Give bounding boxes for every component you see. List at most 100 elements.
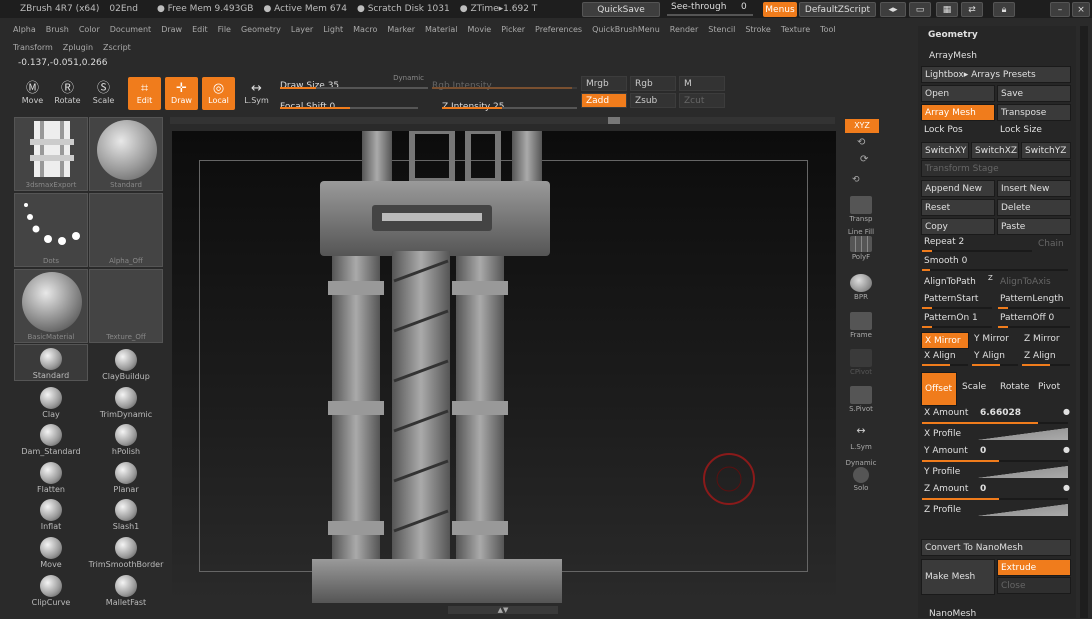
brush-item[interactable]: ClayBuildup	[89, 344, 163, 381]
menus-button[interactable]: Menus	[763, 2, 797, 17]
menu-material[interactable]: Material	[420, 25, 463, 34]
transp-button[interactable]: Transp	[843, 190, 879, 223]
canvas-viewport[interactable]	[172, 131, 836, 603]
panel-scrollbar[interactable]	[1080, 26, 1088, 618]
rotate-y-icon[interactable]: ⟲	[857, 137, 865, 148]
transpose-button[interactable]: Transpose	[997, 104, 1071, 121]
defaultzscript-button[interactable]: DefaultZScript	[799, 2, 876, 17]
menu-stencil[interactable]: Stencil	[703, 25, 740, 34]
x-mirror-button[interactable]: X Mirror	[921, 332, 969, 349]
align-to-axis-button[interactable]: AlignToAxis	[1000, 277, 1051, 287]
quicksave-button[interactable]: QuickSave	[582, 2, 660, 17]
y-mirror-button[interactable]: Y Mirror	[974, 334, 1009, 344]
bottom-scrollbar[interactable]: ▲▼	[448, 606, 558, 614]
solo-button[interactable]: Dynamic Solo	[843, 456, 879, 492]
switchxz-button[interactable]: SwitchXZ	[971, 142, 1019, 159]
polyf-button[interactable]: Line Fill PolyF	[843, 228, 879, 261]
brush-thumb[interactable]: Standard	[89, 117, 163, 191]
x-profile-curve[interactable]	[978, 428, 1068, 440]
zcut-button[interactable]: Zcut	[679, 93, 725, 108]
rotate-button[interactable]: Ⓡ Rotate	[51, 77, 84, 110]
insert-new-button[interactable]: Insert New	[997, 180, 1071, 197]
x-amount-label[interactable]: X Amount	[924, 408, 968, 418]
brush-item[interactable]: Move	[14, 532, 88, 569]
menu-alpha[interactable]: Alpha	[8, 25, 41, 34]
menu-picker[interactable]: Picker	[496, 25, 530, 34]
xyz-button[interactable]: XYZ	[845, 119, 879, 133]
align-to-path-button[interactable]: AlignToPath	[924, 277, 976, 287]
draw-size-slider[interactable]: Draw Size 35 Dynamic	[280, 73, 428, 91]
y-amount-dot-icon[interactable]: ●	[1063, 445, 1070, 454]
geometry-title[interactable]: Geometry	[928, 30, 978, 40]
focal-shift-slider[interactable]: Focal Shift 0	[280, 94, 428, 112]
brush-item[interactable]: TrimDynamic	[89, 382, 163, 419]
scale-tab[interactable]: Scale	[962, 382, 986, 392]
menu-render[interactable]: Render	[665, 25, 703, 34]
switchxy-button[interactable]: SwitchXY	[921, 142, 969, 159]
array-mesh-button[interactable]: Array Mesh	[921, 104, 995, 121]
menu-geometry[interactable]: Geometry	[236, 25, 286, 34]
x-profile-label[interactable]: X Profile	[924, 429, 961, 439]
offset-tab[interactable]: Offset	[921, 372, 957, 406]
transform-stage-slider[interactable]: Transform Stage	[921, 160, 1071, 177]
menu-layer[interactable]: Layer	[286, 25, 318, 34]
pattern-length-slider[interactable]: PatternLength	[1000, 294, 1063, 304]
swap-icon[interactable]: ⇄	[961, 2, 983, 17]
reset-button[interactable]: Reset	[921, 199, 995, 216]
menu-draw[interactable]: Draw	[156, 25, 187, 34]
brush-item[interactable]: ClipCurve	[14, 570, 88, 607]
z-profile-curve[interactable]	[978, 504, 1068, 516]
rotate-x-icon[interactable]: ⟲	[852, 175, 860, 185]
menu-zscript[interactable]: Zscript	[98, 43, 136, 52]
minimize-icon[interactable]: –	[1050, 2, 1070, 17]
alpha-thumb[interactable]: Alpha_Off	[89, 193, 163, 267]
brush-item[interactable]: hPolish	[89, 419, 163, 456]
repeat-slider[interactable]: Repeat 2	[924, 237, 964, 247]
menu-marker[interactable]: Marker	[382, 25, 420, 34]
menu-document[interactable]: Document	[105, 25, 156, 34]
close-icon[interactable]: ×	[1072, 2, 1090, 17]
menu-macro[interactable]: Macro	[348, 25, 382, 34]
lsym-shelf-button[interactable]: ↔ L.Sym	[843, 418, 879, 451]
z-profile-label[interactable]: Z Profile	[924, 505, 961, 515]
lock-pos-button[interactable]: Lock Pos	[924, 125, 963, 135]
close-button[interactable]: Close	[997, 577, 1071, 594]
smooth-slider[interactable]: Smooth 0	[924, 256, 967, 266]
y-amount-value[interactable]: 0	[980, 446, 986, 456]
x-amount-value[interactable]: 6.66028	[980, 408, 1021, 418]
append-new-button[interactable]: Append New	[921, 180, 995, 197]
brush-item[interactable]: Slash1	[89, 494, 163, 531]
open-button[interactable]: Open	[921, 85, 995, 102]
menu-transform[interactable]: Transform	[8, 43, 58, 52]
y-amount-label[interactable]: Y Amount	[924, 446, 968, 456]
menu-zplugin[interactable]: Zplugin	[58, 43, 98, 52]
y-profile-label[interactable]: Y Profile	[924, 467, 960, 477]
local-button[interactable]: ◎ Local	[202, 77, 235, 110]
menu-preferences[interactable]: Preferences	[530, 25, 587, 34]
pattern-off-slider[interactable]: PatternOff 0	[1000, 313, 1054, 323]
stroke-thumb[interactable]: Dots	[14, 193, 88, 267]
move-button[interactable]: Ⓜ Move	[16, 77, 49, 110]
save-button[interactable]: Save	[997, 85, 1071, 102]
make-mesh-button[interactable]: Make Mesh	[921, 559, 995, 595]
scale-button[interactable]: Ⓢ Scale	[87, 77, 120, 110]
chain-toggle[interactable]: Chain	[1038, 239, 1064, 249]
menu-color[interactable]: Color	[74, 25, 105, 34]
pivot-tab[interactable]: Pivot	[1038, 382, 1060, 392]
z-intensity-slider[interactable]: Z Intensity 25	[442, 94, 577, 112]
rotate-z-icon[interactable]: ⟳	[860, 154, 868, 165]
z-mirror-button[interactable]: Z Mirror	[1024, 334, 1060, 344]
menu-edit[interactable]: Edit	[187, 25, 213, 34]
brush-item[interactable]: Clay	[14, 382, 88, 419]
window-layout-icon[interactable]: ▭	[909, 2, 931, 17]
paste-button[interactable]: Paste	[997, 218, 1071, 235]
menu-quickbrushmenu[interactable]: QuickBrushMenu	[587, 25, 665, 34]
menu-texture[interactable]: Texture	[776, 25, 815, 34]
layout-arrows-icon[interactable]: ◂▸	[880, 2, 906, 17]
frame-button[interactable]: Frame	[843, 306, 879, 339]
edit-button[interactable]: ⌗ Edit	[128, 77, 161, 110]
cpivot-button[interactable]: CPivot	[843, 343, 879, 376]
convert-nanomesh-button[interactable]: Convert To NanoMesh	[921, 539, 1071, 556]
grid-icon[interactable]: ▦	[936, 2, 958, 17]
menu-stroke[interactable]: Stroke	[740, 25, 776, 34]
